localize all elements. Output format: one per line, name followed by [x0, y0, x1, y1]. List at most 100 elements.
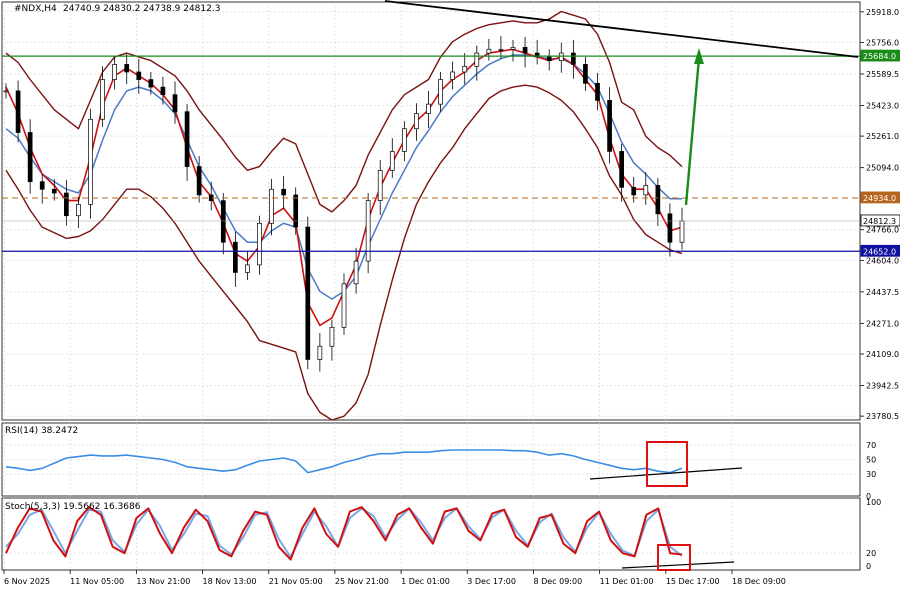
level-label-3: 24652.0	[863, 247, 896, 256]
candle-body-15	[184, 111, 190, 167]
candle-body-18	[220, 200, 226, 243]
candle-body-0	[3, 90, 9, 93]
candle-body-49	[595, 82, 600, 101]
candle-body-21	[257, 222, 262, 266]
xtick-label-5: 25 Nov 21:00	[335, 577, 389, 586]
ytick-label-main-9: 24271.0	[866, 319, 899, 328]
candle-body-33	[402, 128, 407, 152]
candle-body-45	[546, 56, 552, 61]
xtick-label-3: 18 Nov 13:00	[203, 577, 257, 586]
candle-body-14	[172, 94, 178, 113]
ytick-label-main-5: 25094.0	[866, 164, 899, 173]
stoch-support-trendline	[621, 561, 735, 569]
ytick-label-main-11: 23942.5	[866, 381, 899, 390]
candle-body-35	[426, 103, 431, 114]
resistance-trendline	[384, 0, 859, 58]
candle-body-1	[15, 90, 21, 133]
ytick-label-main-0: 25918.0	[866, 8, 899, 17]
candle-body-6	[76, 204, 81, 217]
stoch-label: Stoch(5,3,3) 19.5662 16.3686	[5, 502, 141, 512]
panel-border-0	[1, 1, 861, 421]
ytick-label-main-6: 24766.0	[866, 226, 899, 235]
candle-body-27	[329, 326, 335, 347]
xtick-label-10: 15 Dec 17:00	[666, 577, 720, 586]
level-label-2: 24812.3	[863, 217, 896, 226]
candle-body-20	[245, 264, 250, 273]
candle-body-38	[462, 65, 468, 73]
candle-body-40	[486, 48, 492, 54]
ytick-label-stoch-2: 0	[866, 562, 871, 571]
xtick-label-0: 6 Nov 2025	[4, 577, 50, 586]
candle-body-53	[643, 185, 649, 196]
candle-body-48	[583, 64, 588, 84]
symbol-label: #NDX,H4	[14, 4, 57, 14]
candle-body-10	[124, 64, 130, 73]
candle-body-9	[112, 64, 117, 80]
ytick-label-main-2: 25589.5	[866, 70, 899, 79]
candle-body-46	[558, 52, 564, 61]
candle-body-16	[196, 166, 202, 196]
candle-body-32	[389, 151, 395, 171]
rsi-line	[5, 449, 683, 474]
candle-body-2	[27, 132, 33, 183]
candle-body-13	[160, 86, 166, 96]
candle-body-43	[522, 47, 528, 54]
ytick-label-main-8: 24437.5	[866, 288, 899, 297]
xtick-label-9: 11 Dec 01:00	[600, 577, 654, 586]
candle-body-5	[64, 192, 69, 217]
candle-body-30	[365, 200, 371, 262]
candle-body-41	[498, 48, 504, 51]
candle-body-42	[510, 47, 516, 50]
candle-body-3	[39, 181, 45, 190]
rsi-support-trendline	[589, 467, 743, 480]
ytick-label-main-4: 25261.0	[866, 132, 899, 141]
rsi-panel[interactable]	[5, 441, 743, 487]
candle-body-50	[607, 100, 612, 152]
candle-body-8	[100, 79, 105, 120]
ma-slow-line	[5, 54, 682, 300]
ytick-label-main-12: 23780.5	[866, 412, 899, 421]
candle-body-26	[317, 345, 323, 360]
xtick-label-4: 21 Nov 05:00	[269, 577, 323, 586]
candle-body-11	[136, 71, 142, 80]
candle-body-56	[679, 220, 685, 243]
rsi-highlight-box	[646, 441, 688, 487]
ytick-label-main-7: 24604.0	[866, 256, 899, 265]
xtick-label-2: 13 Nov 21:00	[136, 577, 190, 586]
candle-body-25	[305, 226, 311, 360]
chart-canvas[interactable]: 25918.0 25756.0 25589.5 25423.0 25261.0 25094…	[0, 0, 900, 594]
candle-body-47	[571, 52, 576, 65]
candle-body-28	[341, 283, 347, 328]
ytick-label-rsi-2: 30	[866, 470, 876, 479]
stochastic-panel[interactable]	[5, 506, 735, 571]
rsi-label: RSI(14) 38.2472	[5, 426, 78, 436]
candle-body-52	[631, 187, 637, 196]
candle-body-4	[51, 188, 57, 194]
bollinger-lower-line	[5, 84, 683, 421]
candle-body-36	[438, 79, 443, 105]
candle-body-24	[293, 194, 299, 228]
ytick-label-main-3: 25423.0	[866, 101, 899, 110]
candle-body-23	[281, 188, 286, 196]
candle-body-7	[88, 118, 93, 205]
candle-body-22	[269, 188, 274, 224]
candle-body-51	[619, 151, 624, 188]
main-price-panel[interactable]: 25684.0 24934.0 24812.3 24652.0	[2, 0, 900, 421]
xtick-label-11: 18 Dec 09:00	[732, 577, 786, 586]
ytick-label-main-10: 24109.0	[866, 350, 899, 359]
ytick-label-rsi-0: 70	[866, 441, 876, 450]
candle-body-31	[377, 169, 383, 201]
xtick-label-8: 8 Dec 09:00	[533, 577, 582, 586]
candle-body-37	[450, 71, 455, 80]
bullish-arrow-shaft	[684, 57, 701, 206]
candle-body-19	[233, 241, 238, 273]
candle-body-54	[655, 185, 661, 215]
bollinger-upper-line	[5, 10, 683, 213]
candle-body-34	[414, 113, 419, 130]
xtick-label-6: 1 Dec 01:00	[401, 577, 450, 586]
ohlc-readout: 24740.9 24830.2 24738.9 24812.3	[63, 4, 220, 14]
candle-body-39	[474, 52, 480, 67]
level-label-1: 24934.0	[863, 194, 896, 203]
ytick-label-stoch-0: 100	[866, 498, 881, 507]
ytick-label-main-1: 25756.0	[866, 38, 899, 47]
